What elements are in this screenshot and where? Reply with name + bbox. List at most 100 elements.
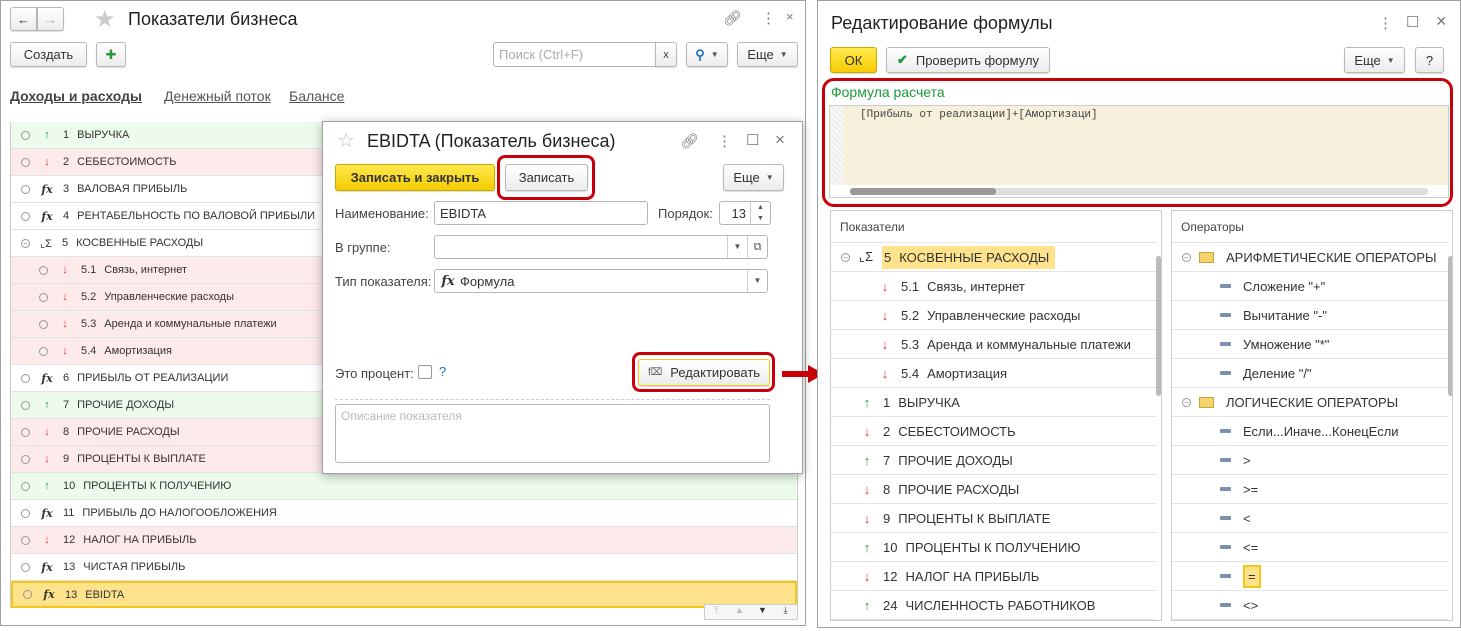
arrow-down-icon: ↓ <box>863 568 871 584</box>
arrow-down-icon: ↓ <box>44 426 50 438</box>
item-number: 5.4 <box>901 365 920 381</box>
tree-item[interactable]: ↓ 5.4 Амортизация <box>831 359 1156 388</box>
row-name: НАЛОГ НА ПРИБЫЛЬ <box>83 534 197 546</box>
move-first-icon[interactable]: ⤒ <box>705 605 728 619</box>
table-row[interactable]: ↑ 10 ПРОЦЕНТЫ К ПОЛУЧЕНИЮ <box>11 473 797 500</box>
search-input[interactable]: Поиск (Ctrl+F) <box>493 42 656 67</box>
tree-item[interactable]: ↓ 9 ПРОЦЕНТЫ К ВЫПЛАТЕ <box>831 504 1156 533</box>
tab-balance[interactable]: Балансе <box>289 88 344 104</box>
operator-item[interactable]: >= <box>1172 475 1448 504</box>
more-button[interactable]: Еще ▼ <box>737 42 798 67</box>
item-label: 1 ВЫРУЧКА <box>883 395 960 410</box>
arrow-up-icon: ↑ <box>863 452 871 468</box>
item-number: 7 <box>883 452 891 468</box>
vertical-scrollbar[interactable] <box>1448 256 1452 396</box>
name-field[interactable]: EBIDTA <box>434 201 648 225</box>
search-clear-button[interactable]: x <box>655 42 677 67</box>
tab-income-expenses[interactable]: Доходы и расходы <box>10 88 142 104</box>
maximize-icon[interactable]: ☐ <box>1406 13 1419 31</box>
operator-item[interactable]: > <box>1172 446 1448 475</box>
collapse-icon[interactable]: − <box>21 238 30 248</box>
order-stepper[interactable]: ▲ ▼ <box>750 202 770 224</box>
link-icon[interactable]: 🔗︎ <box>680 132 699 150</box>
operator-label: Умножение "*" <box>1243 336 1330 352</box>
type-dropdown-icon[interactable]: ▼ <box>747 270 767 292</box>
more-label: Еще <box>747 47 774 62</box>
move-last-icon[interactable]: ⤓ <box>774 605 797 619</box>
formula-highlight <box>822 78 1453 207</box>
help-link[interactable]: ? <box>439 364 446 379</box>
operator-group[interactable]: − ЛОГИЧЕСКИЕ ОПЕРАТОРЫ <box>1172 388 1448 417</box>
order-field[interactable]: 13 ▲ ▼ <box>719 201 771 225</box>
arrow-down-icon: ↓ <box>44 534 50 546</box>
item-name: ЧИСЛЕННОСТЬ РАБОТНИКОВ <box>905 597 1096 613</box>
table-row[interactable]: fx 13 ЧИСТАЯ ПРИБЫЛЬ <box>11 554 797 581</box>
save-and-close-button[interactable]: Записать и закрыть <box>335 164 495 191</box>
table-row[interactable]: fx 13 EBIDTA <box>11 581 797 608</box>
group-dropdown-icon[interactable]: ▼ <box>727 236 747 258</box>
tree-item[interactable]: ↑ 10 ПРОЦЕНТЫ К ПОЛУЧЕНИЮ <box>831 533 1156 562</box>
description-textarea[interactable]: Описание показателя <box>335 404 770 463</box>
more-button[interactable]: Еще ▼ <box>1344 47 1405 73</box>
operator-item[interactable]: Сложение "+" <box>1172 272 1448 301</box>
tree-item[interactable]: − ⌞Σ 5 КОСВЕННЫЕ РАСХОДЫ <box>831 243 1156 272</box>
operator-item[interactable]: Умножение "*" <box>1172 330 1448 359</box>
operator-item[interactable]: Вычитание "-" <box>1172 301 1448 330</box>
type-select[interactable]: fx Формула ▼ <box>434 269 768 293</box>
close-icon[interactable]: × <box>1436 11 1447 32</box>
open-group-icon[interactable]: ⧉ <box>747 236 767 258</box>
create-button[interactable]: Создать <box>10 42 87 67</box>
operator-label: ЛОГИЧЕСКИЕ ОПЕРАТОРЫ <box>1226 394 1399 410</box>
item-label: 5.3 Аренда и коммунальные платежи <box>901 337 1131 352</box>
close-icon[interactable]: × <box>775 130 785 150</box>
forward-button[interactable]: → <box>37 7 64 31</box>
more-menu-icon[interactable]: ⋮ <box>717 132 732 150</box>
vertical-scrollbar[interactable] <box>1156 256 1161 396</box>
more-label: Еще <box>1354 52 1381 68</box>
collapse-icon[interactable]: − <box>1182 397 1191 407</box>
tree-item[interactable]: ↑ 7 ПРОЧИЕ ДОХОДЫ <box>831 446 1156 475</box>
tab-cash-flow[interactable]: Денежный поток <box>164 88 271 104</box>
move-down-icon[interactable]: ▼ <box>751 605 774 619</box>
tree-item[interactable]: ↑ 24 ЧИСЛЕННОСТЬ РАБОТНИКОВ <box>831 591 1156 620</box>
operator-group[interactable]: − АРИФМЕТИЧЕСКИЕ ОПЕРАТОРЫ <box>1172 243 1448 272</box>
group-field[interactable] <box>434 235 768 259</box>
more-menu-icon[interactable]: ⋮ <box>761 9 776 27</box>
more-menu-icon[interactable]: ⋮ <box>1378 14 1393 32</box>
operator-item[interactable]: = <box>1172 562 1448 591</box>
search-button[interactable]: ⚲ ▼ <box>686 42 728 67</box>
tree-item[interactable]: ↓ 5.3 Аренда и коммунальные платежи <box>831 330 1156 359</box>
operator-item[interactable]: Если...Иначе...КонецЕсли <box>1172 417 1448 446</box>
table-row[interactable]: fx 11 ПРИБЫЛЬ ДО НАЛОГООБЛОЖЕНИЯ <box>11 500 797 527</box>
collapse-icon[interactable]: − <box>841 252 850 262</box>
collapse-icon[interactable]: − <box>1182 252 1191 262</box>
tree-item[interactable]: ↓ 5.1 Связь, интернет <box>831 272 1156 301</box>
arrow-down-icon: ↓ <box>863 423 871 439</box>
more-button[interactable]: Еще ▼ <box>723 164 784 191</box>
link-icon[interactable]: 🔗︎ <box>723 9 742 27</box>
item-name: КОСВЕННЫЕ РАСХОДЫ <box>899 249 1050 265</box>
maximize-icon[interactable]: ☐ <box>746 131 759 149</box>
favorite-star-icon[interactable]: ★ <box>94 5 116 34</box>
operator-item[interactable]: Деление "/" <box>1172 359 1448 388</box>
tree-item[interactable]: ↓ 5.2 Управленческие расходы <box>831 301 1156 330</box>
item-number: 10 <box>883 539 898 555</box>
percent-checkbox[interactable] <box>418 365 432 379</box>
tree-item[interactable]: ↓ 8 ПРОЧИЕ РАСХОДЫ <box>831 475 1156 504</box>
tree-item[interactable]: ↑ 1 ВЫРУЧКА <box>831 388 1156 417</box>
operator-item[interactable]: <= <box>1172 533 1448 562</box>
tree-item[interactable]: ↓ 2 СЕБЕСТОИМОСТЬ <box>831 417 1156 446</box>
tree-item[interactable]: ↓ 12 НАЛОГ НА ПРИБЫЛЬ <box>831 562 1156 591</box>
operator-item[interactable]: <> <box>1172 591 1448 620</box>
close-icon[interactable]: × <box>786 9 794 24</box>
favorite-star-icon[interactable]: ☆ <box>337 128 355 153</box>
help-button[interactable]: ? <box>1415 47 1444 73</box>
order-label: Порядок: <box>658 206 713 221</box>
check-formula-button[interactable]: ✔ Проверить формулу <box>886 47 1050 73</box>
move-up-icon[interactable]: ▲ <box>728 605 751 619</box>
back-button[interactable]: ← <box>10 7 37 31</box>
table-row[interactable]: ↓ 12 НАЛОГ НА ПРИБЫЛЬ <box>11 527 797 554</box>
add-document-button[interactable]: ✚ <box>96 42 126 67</box>
operator-item[interactable]: < <box>1172 504 1448 533</box>
ok-button[interactable]: ОК <box>830 47 877 73</box>
